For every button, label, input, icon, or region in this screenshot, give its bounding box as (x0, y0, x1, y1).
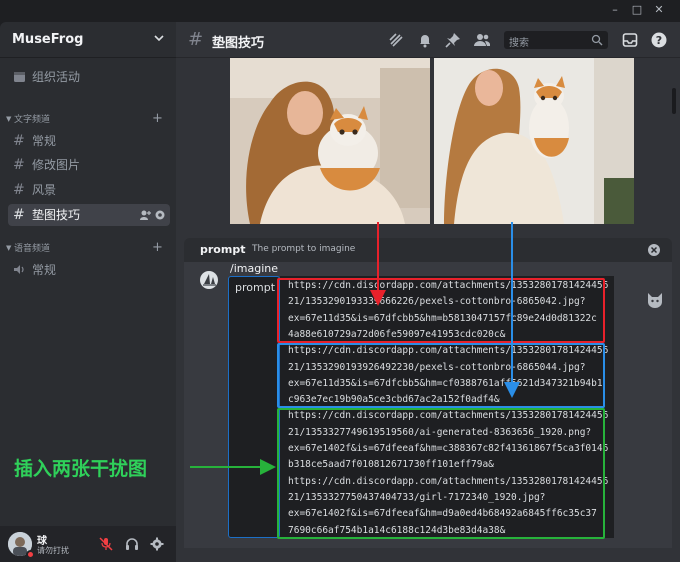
woman-with-cat-photo (230, 58, 430, 224)
annotation-box-green (277, 408, 605, 539)
hashtag-icon: # (13, 207, 25, 223)
category-voice-channels[interactable]: ▼ 语音频道 + (4, 240, 172, 256)
sidebar-item-label: 风景 (32, 183, 57, 197)
speaker-icon (14, 265, 24, 274)
close-icon[interactable] (648, 244, 660, 256)
category-label: 文字频道 (14, 115, 51, 125)
minimize-button[interactable]: – (608, 3, 622, 17)
add-member-icon[interactable] (139, 209, 151, 221)
channel-header: # 垫图技巧 搜索 ? (176, 22, 680, 58)
sidebar-item-label: 组织活动 (32, 70, 81, 84)
close-window-button[interactable]: ✕ (652, 3, 666, 17)
server-name: MuseFrog (12, 32, 84, 47)
search-icon (591, 34, 603, 46)
sidebar-item-label: 修改图片 (32, 158, 81, 172)
hashtag-icon: # (188, 29, 204, 50)
mic-muted-icon[interactable] (99, 537, 113, 551)
hashtag-icon: # (13, 157, 25, 173)
annotation-box-blue (277, 343, 605, 408)
window-title-bar: – □ ✕ (0, 0, 680, 22)
emoji-picker-icon[interactable] (646, 290, 664, 308)
sidebar-item-scenery[interactable]: # 风景 (8, 179, 170, 201)
add-channel-icon[interactable]: + (152, 240, 163, 255)
category-label: 语音频道 (14, 244, 51, 254)
slash-command: /imagine (230, 262, 278, 275)
svg-text:?: ? (656, 34, 662, 47)
gear-icon[interactable] (150, 537, 164, 551)
page-title: 垫图技巧 (212, 36, 265, 51)
headphones-icon[interactable] (125, 537, 139, 551)
sidebar-item-voice-general[interactable]: 常规 (8, 259, 170, 281)
help-icon[interactable]: ? (651, 32, 667, 48)
prompt-parameter-box[interactable]: prompt (228, 276, 280, 538)
chevron-down-icon: ▼ (6, 115, 12, 123)
attachment-image[interactable] (434, 58, 634, 224)
scrollbar-thumb[interactable] (672, 88, 676, 114)
search-input[interactable]: 搜索 (504, 31, 608, 49)
hashtag-icon: # (13, 182, 25, 198)
sidebar-item-events[interactable]: 组织活动 (8, 66, 170, 88)
prompt-parameter-label: prompt (235, 281, 276, 294)
sidebar-item-label: 常规 (32, 263, 57, 277)
option-description: The prompt to imagine (252, 244, 356, 254)
sidebar-item-label: 垫图技巧 (32, 208, 81, 222)
server-header[interactable]: MuseFrog (0, 22, 176, 58)
add-channel-icon[interactable]: + (152, 111, 163, 126)
sidebar-item-general[interactable]: # 常规 (8, 130, 170, 152)
user-status: 请勿打扰 (37, 546, 69, 555)
search-placeholder: 搜索 (509, 38, 529, 49)
sidebar-item-edit-images[interactable]: # 修改图片 (8, 154, 170, 176)
maximize-button[interactable]: □ (630, 3, 644, 17)
inbox-icon[interactable] (622, 32, 638, 48)
gear-icon[interactable] (154, 209, 166, 221)
annotation-label: 插入两张干扰图 (14, 458, 148, 480)
category-text-channels[interactable]: ▼ 文字频道 + (4, 111, 172, 127)
attachment-image[interactable] (230, 58, 430, 224)
hashtag-icon: # (13, 133, 25, 149)
calendar-icon (14, 72, 25, 82)
woman-holding-cat-photo (434, 58, 634, 224)
discord-window: – □ ✕ MuseFrog 组织活动 ▼ 文字频道 + # 常规 # 修改图片… (0, 0, 680, 562)
bell-icon[interactable] (417, 32, 433, 48)
sidebar-item-label: 常规 (32, 134, 57, 148)
channel-sidebar: MuseFrog 组织活动 ▼ 文字频道 + # 常规 # 修改图片 # 风景 … (0, 22, 176, 562)
chevron-down-icon (154, 35, 164, 42)
pin-icon[interactable] (445, 32, 461, 48)
sidebar-item-image-prompt-tips[interactable]: # 垫图技巧 (8, 204, 170, 226)
member-list-icon[interactable] (474, 32, 490, 48)
midjourney-bot-icon (200, 271, 218, 289)
annotation-box-red (277, 278, 605, 343)
option-name: prompt (200, 243, 246, 256)
threads-icon[interactable] (388, 32, 404, 48)
dnd-status-dot (26, 550, 35, 559)
chevron-down-icon: ▼ (6, 244, 12, 252)
command-option-bar: prompt The prompt to imagine (184, 238, 672, 262)
user-panel: 球 请勿打扰 (0, 526, 176, 562)
